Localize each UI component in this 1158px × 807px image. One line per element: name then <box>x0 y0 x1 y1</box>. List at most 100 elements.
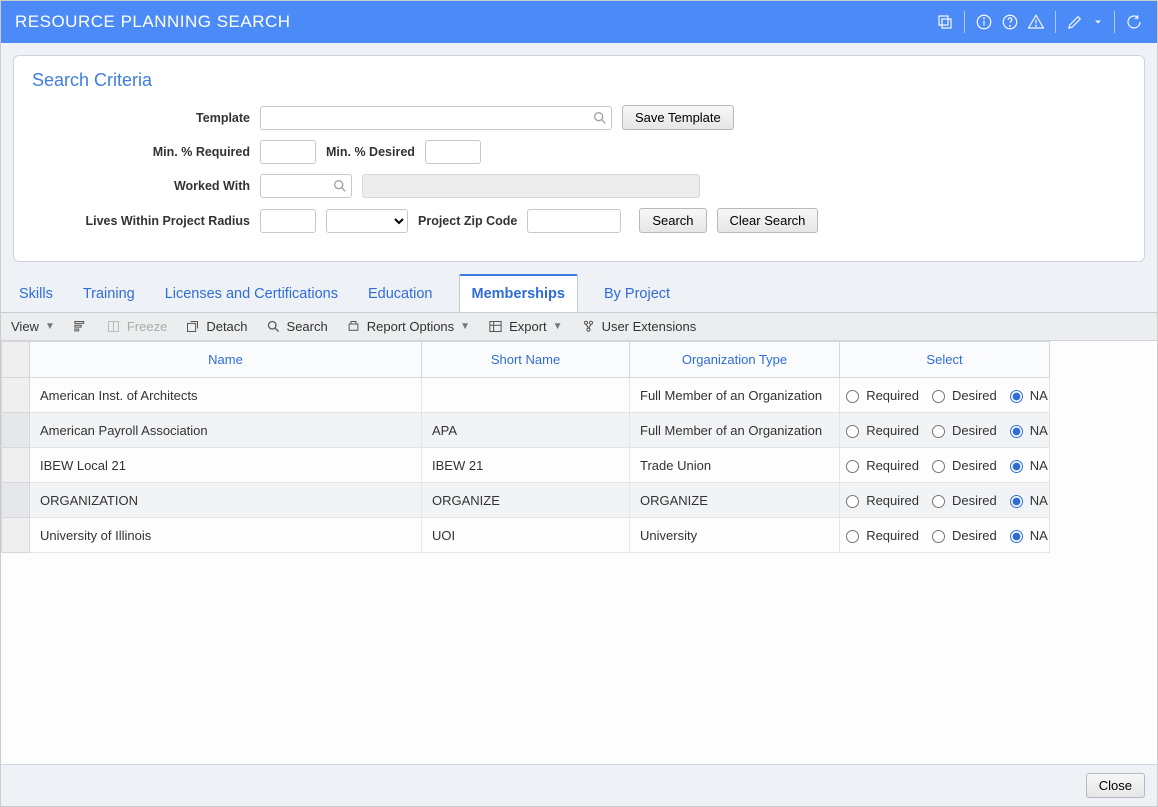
cell-short-name: UOI <box>422 518 630 553</box>
table-row[interactable]: University of IllinoisUOIUniversityRequi… <box>2 518 1050 553</box>
row-header[interactable] <box>2 518 30 553</box>
select-radio-na[interactable] <box>1010 495 1023 508</box>
select-required[interactable]: Required <box>841 387 919 403</box>
query-tool[interactable] <box>73 319 88 334</box>
select-radio-desired[interactable] <box>932 530 945 543</box>
export-tool[interactable]: Export ▼ <box>488 319 562 334</box>
zip-input[interactable] <box>527 209 621 233</box>
col-name[interactable]: Name <box>30 342 422 378</box>
select-radio-na[interactable] <box>1010 460 1023 473</box>
min-required-input[interactable] <box>260 140 316 164</box>
worked-with-input[interactable] <box>260 174 352 198</box>
layers-icon[interactable] <box>936 13 954 31</box>
row-header[interactable] <box>2 483 30 518</box>
select-radio-desired[interactable] <box>932 425 945 438</box>
refresh-icon[interactable] <box>1125 13 1143 31</box>
clear-search-button[interactable]: Clear Search <box>717 208 819 233</box>
edit-icon[interactable] <box>1066 13 1084 31</box>
select-na[interactable]: NA <box>1005 457 1048 473</box>
select-desired[interactable]: Desired <box>927 457 997 473</box>
select-radio-na[interactable] <box>1010 530 1023 543</box>
min-desired-input[interactable] <box>425 140 481 164</box>
tab-memberships[interactable]: Memberships <box>459 274 578 312</box>
select-desired[interactable]: Desired <box>927 387 997 403</box>
tab-education[interactable]: Education <box>364 276 437 312</box>
cell-org-type: Full Member of an Organization <box>630 413 840 448</box>
cell-name: IBEW Local 21 <box>30 448 422 483</box>
toolbar-search-tool[interactable]: Search <box>266 319 328 334</box>
radius-label: Lives Within Project Radius <box>32 214 250 228</box>
select-radio-na[interactable] <box>1010 390 1023 403</box>
worked-with-label: Worked With <box>32 179 250 193</box>
info-icon[interactable] <box>975 13 993 31</box>
template-label: Template <box>32 111 250 125</box>
chevron-down-icon: ▼ <box>460 321 470 332</box>
help-icon[interactable] <box>1001 13 1019 31</box>
table-row[interactable]: ORGANIZATIONORGANIZEORGANIZERequiredDesi… <box>2 483 1050 518</box>
criteria-heading: Search Criteria <box>32 70 1126 91</box>
select-desired[interactable]: Desired <box>927 422 997 438</box>
save-template-button[interactable]: Save Template <box>622 105 734 130</box>
tab-training[interactable]: Training <box>79 276 139 312</box>
close-button[interactable]: Close <box>1086 773 1145 798</box>
tab-skills[interactable]: Skills <box>15 276 57 312</box>
col-org-type[interactable]: Organization Type <box>630 342 840 378</box>
user-extensions-tool[interactable]: User Extensions <box>581 319 697 334</box>
row-header[interactable] <box>2 378 30 413</box>
row-header[interactable] <box>2 413 30 448</box>
select-radio-required[interactable] <box>846 495 859 508</box>
chevron-down-icon[interactable] <box>1092 13 1104 31</box>
template-input[interactable] <box>260 106 612 130</box>
warning-icon[interactable] <box>1027 13 1045 31</box>
cell-org-type: ORGANIZE <box>630 483 840 518</box>
select-radio-required[interactable] <box>846 390 859 403</box>
tab-by-project[interactable]: By Project <box>600 276 674 312</box>
chevron-down-icon: ▼ <box>45 321 55 332</box>
search-button[interactable]: Search <box>639 208 706 233</box>
select-radio-required[interactable] <box>846 530 859 543</box>
select-desired[interactable]: Desired <box>927 527 997 543</box>
grid-wrap: View▼ Freeze Detach Search <box>1 312 1157 764</box>
select-na[interactable]: NA <box>1005 387 1048 403</box>
select-na[interactable]: NA <box>1005 422 1048 438</box>
select-radio-required[interactable] <box>846 425 859 438</box>
select-radio-desired[interactable] <box>932 460 945 473</box>
report-options-tool[interactable]: Report Options ▼ <box>346 319 470 334</box>
cell-short-name: ORGANIZE <box>422 483 630 518</box>
select-radio-desired[interactable] <box>932 495 945 508</box>
select-na[interactable]: NA <box>1005 527 1048 543</box>
select-required[interactable]: Required <box>841 422 919 438</box>
cell-select: Required Desired NA <box>840 378 1050 413</box>
row-header[interactable] <box>2 448 30 483</box>
cell-short-name: IBEW 21 <box>422 448 630 483</box>
col-select[interactable]: Select <box>840 342 1050 378</box>
freeze-tool: Freeze <box>106 319 167 334</box>
min-desired-label: Min. % Desired <box>326 145 415 159</box>
cell-select: Required Desired NA <box>840 518 1050 553</box>
footer: Close <box>1 764 1157 806</box>
select-radio-required[interactable] <box>846 460 859 473</box>
detach-tool[interactable]: Detach <box>185 319 247 334</box>
col-short-name[interactable]: Short Name <box>422 342 630 378</box>
tab-licenses-and-certifications[interactable]: Licenses and Certifications <box>161 276 342 312</box>
table-row[interactable]: American Inst. of ArchitectsFull Member … <box>2 378 1050 413</box>
titlebar-actions <box>936 11 1143 33</box>
search-criteria-panel: Search Criteria Template Save Template M… <box>13 55 1145 262</box>
min-required-label: Min. % Required <box>32 145 250 159</box>
select-required[interactable]: Required <box>841 457 919 473</box>
select-desired[interactable]: Desired <box>927 492 997 508</box>
select-radio-desired[interactable] <box>932 390 945 403</box>
worked-with-display <box>362 174 700 198</box>
select-radio-na[interactable] <box>1010 425 1023 438</box>
select-na[interactable]: NA <box>1005 492 1048 508</box>
table-row[interactable]: IBEW Local 21IBEW 21Trade UnionRequiredD… <box>2 448 1050 483</box>
select-required[interactable]: Required <box>841 527 919 543</box>
radius-unit-select[interactable] <box>326 209 408 233</box>
table-row[interactable]: American Payroll AssociationAPAFull Memb… <box>2 413 1050 448</box>
view-menu[interactable]: View▼ <box>11 319 55 334</box>
select-required[interactable]: Required <box>841 492 919 508</box>
cell-org-type: University <box>630 518 840 553</box>
radius-input[interactable] <box>260 209 316 233</box>
cell-name: ORGANIZATION <box>30 483 422 518</box>
cell-name: American Inst. of Architects <box>30 378 422 413</box>
